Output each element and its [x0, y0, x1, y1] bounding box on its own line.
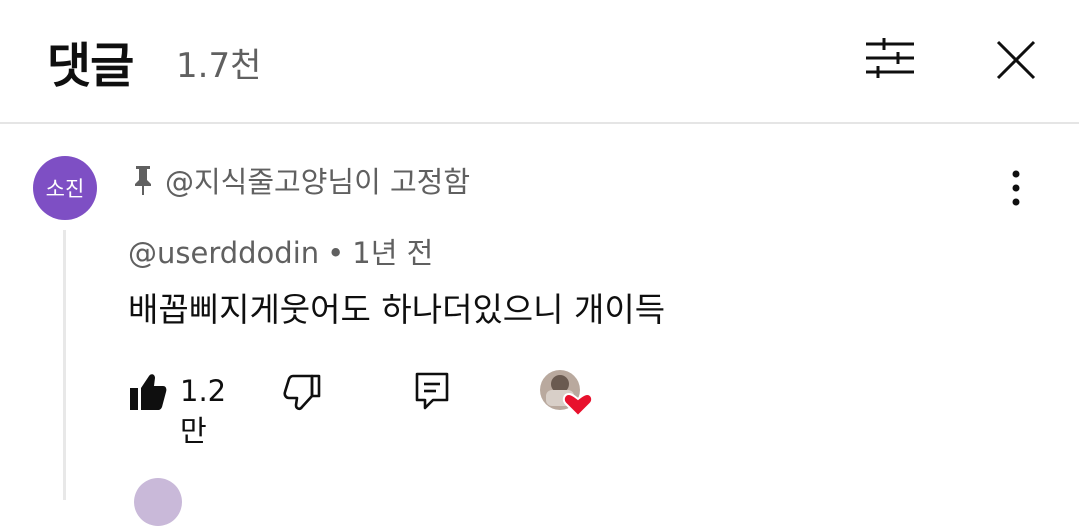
thread-line [63, 230, 66, 500]
creator-heart-icon [540, 370, 594, 418]
avatar-initials: 소진 [45, 177, 85, 201]
comments-title: 댓글 [47, 38, 134, 94]
avatar[interactable]: 소진 [33, 156, 97, 220]
more-vertical-icon [1012, 170, 1020, 206]
more-options-button[interactable] [1000, 168, 1032, 208]
meta-separator: • [327, 236, 345, 270]
creator-heart [538, 370, 594, 420]
pinned-text: @지식줄고양님이 고정함 [165, 165, 471, 199]
comments-header: 댓글 1.7천 [0, 0, 1079, 124]
dislike-button[interactable] [282, 370, 322, 414]
comment-time[interactable]: 1년 전 [352, 236, 433, 270]
pin-icon [135, 166, 151, 195]
like-button[interactable] [128, 370, 168, 414]
reply-button[interactable] [413, 370, 453, 414]
close-button[interactable] [988, 34, 1044, 90]
comment-meta: @userddodin • 1년 전 [128, 230, 433, 272]
comment-author[interactable]: @userddodin [128, 236, 319, 270]
sliders-icon [866, 38, 914, 78]
comments-count: 1.7천 [176, 46, 262, 86]
close-icon [996, 40, 1036, 80]
next-comment-avatar[interactable] [134, 478, 182, 526]
thumb-up-filled-icon [130, 374, 167, 410]
comment-text: 배꼽삐지게웃어도 하나더있으니 개이득 [128, 290, 666, 329]
reply-icon [415, 372, 449, 410]
filter-button[interactable] [858, 30, 922, 86]
thumb-down-icon [283, 374, 321, 411]
pinned-label: @지식줄고양님이 고정함 [131, 160, 470, 200]
like-count: 1.2만 [180, 374, 227, 448]
